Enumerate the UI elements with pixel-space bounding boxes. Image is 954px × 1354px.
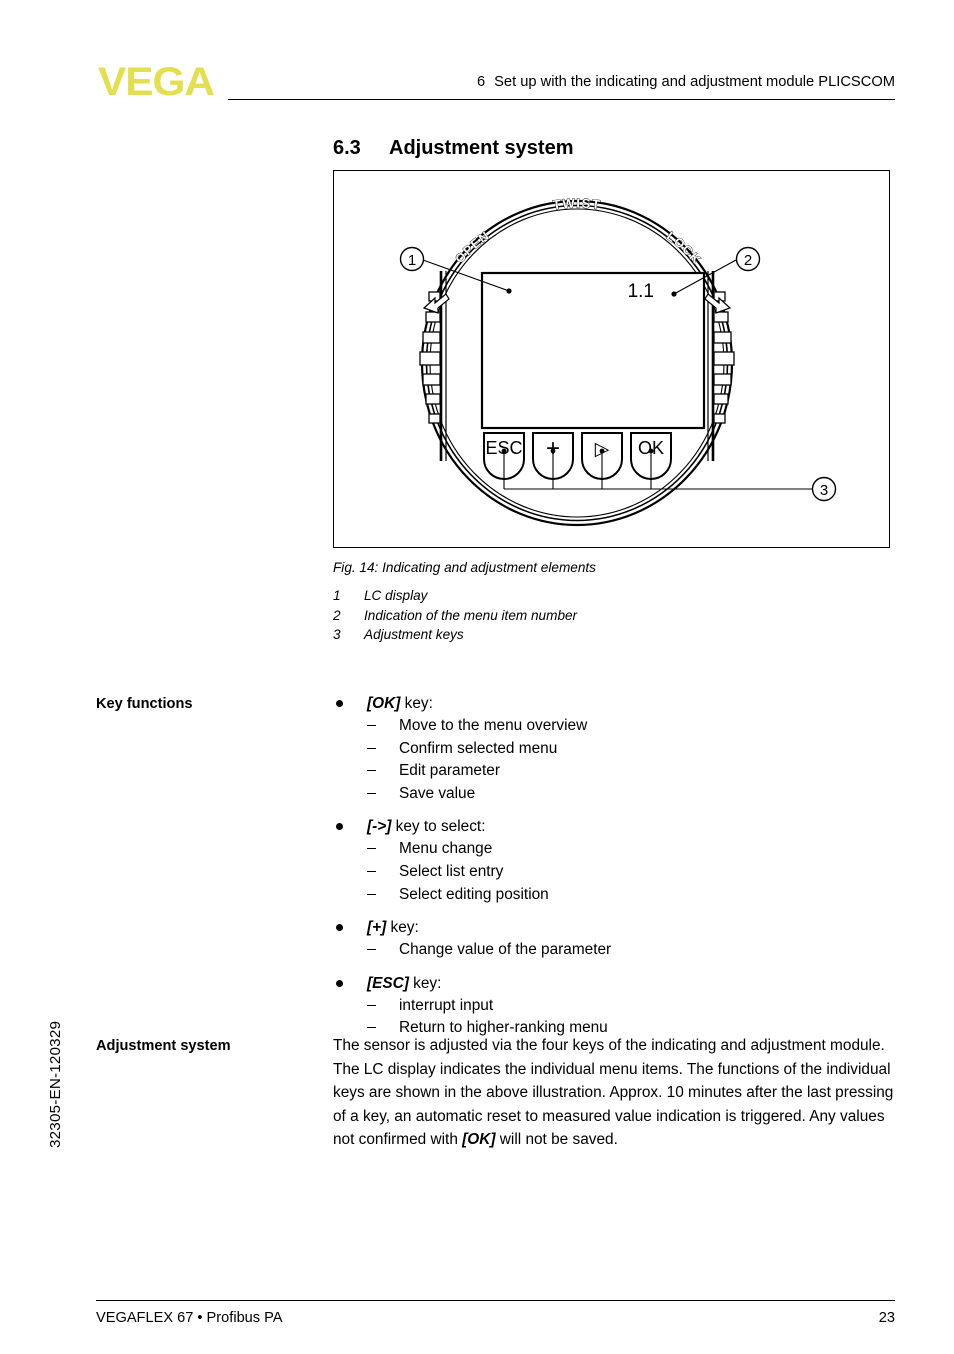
key-suffix: key: (386, 919, 419, 937)
bullet-dot-icon (336, 924, 343, 932)
dash-icon (367, 747, 376, 749)
callout-1: 1 (399, 246, 425, 272)
key-function-group: [+] key: Change value of the parameter (333, 916, 896, 962)
legend-item: 1 LC display (333, 586, 577, 606)
legend-item-text: Indication of the menu item number (364, 607, 578, 623)
bullet-dot-icon (336, 700, 343, 707)
key-function-subitem: Confirm selected menu (333, 738, 896, 761)
dash-icon (367, 893, 376, 895)
callout-3: 3 (811, 476, 837, 502)
list-gap (333, 906, 896, 916)
key-function-subitem-text: Confirm selected menu (399, 739, 558, 757)
adjustment-system-margin-label: Adjustment system (96, 1038, 231, 1054)
key-function-group: [->] key to select: Menu change Select l… (333, 815, 896, 906)
menu-item-number-text: 1.1 (628, 281, 654, 302)
key-function-heading: [->] key to select: (367, 818, 485, 835)
callout-3-label: 3 (820, 482, 828, 499)
key-function-subitem-text: Menu change (399, 840, 493, 858)
key-function-subitem-text: Edit parameter (399, 762, 500, 780)
bullet-dot-icon (336, 823, 343, 831)
key-function-group: [ESC] key: interrupt input Return to hig… (333, 972, 896, 1040)
legend-item-text: Adjustment keys (364, 627, 464, 642)
key-function-heading: [OK] key: (367, 695, 433, 712)
key-function-subitem: Edit parameter (333, 760, 896, 783)
key-function-subitem-text: Move to the menu overview (399, 717, 588, 734)
key-name: [+] (367, 919, 387, 937)
vega-logo: VEGA (98, 60, 215, 104)
header-chapter-text: Set up with the indicating and adjustmen… (494, 74, 895, 90)
key-suffix: key: (408, 974, 442, 992)
key-function-heading: [ESC] key: (367, 975, 441, 992)
key-function-subitem-text: Select list entry (399, 862, 504, 880)
section-number: 6.3 (333, 137, 361, 160)
key-name: [OK] (462, 1131, 496, 1149)
key-function-heading: [+] key: (367, 919, 419, 936)
paragraph-text-part-2: will not be saved. (495, 1131, 618, 1149)
key-function-subitem-text: Save value (399, 784, 476, 802)
key-function-subitem: Select list entry (333, 861, 896, 884)
key-function-group: [OK] key: Move to the menu overview Conf… (333, 692, 896, 805)
footer-divider (96, 1300, 895, 1301)
key-suffix: key to select: (391, 818, 486, 836)
header-divider (228, 99, 895, 100)
key-function-subitem-text: Change value of the parameter (399, 941, 612, 959)
figure-caption: Fig. 14: Indicating and adjustment eleme… (333, 560, 596, 575)
bullet-dot-icon (336, 979, 343, 987)
figure-legend: 1 LC display 2 Indication of the menu it… (333, 586, 577, 645)
key-function-subitem: Change value of the parameter (333, 939, 896, 962)
dash-icon (367, 725, 376, 726)
key-function-subitem: interrupt input (333, 995, 896, 1018)
dash-icon (367, 848, 376, 850)
legend-item-number: 3 (333, 627, 341, 642)
dash-icon (367, 949, 376, 951)
list-gap (333, 962, 896, 972)
key-name: [ESC] (367, 974, 409, 992)
document-code: 32305-EN-120329 (47, 1020, 64, 1148)
list-gap (333, 805, 896, 815)
adjustment-keys-group: ESC + ▷ OK (483, 432, 672, 480)
callout-2: 2 (735, 246, 761, 272)
indicating-adjustment-module-diagram: 1.1 TWIST OPEN LOCK ESC + OK 1 2 3 (399, 195, 837, 527)
key-functions-margin-label: Key functions (96, 696, 193, 712)
section-title: Adjustment system (389, 137, 574, 160)
key-function-bullet: [->] key to select: (333, 815, 896, 838)
key-function-bullet: [OK] key: (333, 692, 896, 715)
legend-item: 3 Adjustment keys (333, 625, 577, 645)
section-heading: 6.3 Adjustment system (333, 137, 574, 160)
dash-icon (367, 1004, 376, 1006)
lc-display (480, 271, 706, 430)
callout-2-label: 2 (744, 252, 752, 269)
legend-item: 2 Indication of the menu item number (333, 606, 577, 626)
adjustment-system-paragraph: The sensor is adjusted via the four keys… (333, 1034, 901, 1152)
key-functions-list: [OK] key: Move to the menu overview Conf… (333, 692, 896, 1040)
dash-icon (367, 770, 376, 772)
key-name: [OK] (367, 695, 401, 712)
open-label: OPEN (452, 228, 492, 266)
key-function-subitem-text: interrupt input (399, 996, 494, 1014)
header-chapter-title: 6 Set up with the indicating and adjustme… (477, 74, 895, 90)
dash-icon (367, 870, 376, 872)
twist-label: TWIST (552, 196, 602, 213)
key-function-subitem: Move to the menu overview (333, 715, 896, 738)
lock-label: LOCK (664, 229, 704, 267)
footer-product-name: VEGAFLEX 67 • Profibus PA (96, 1310, 283, 1326)
legend-item-number: 1 (333, 588, 341, 603)
key-function-bullet: [+] key: (333, 916, 896, 939)
legend-item-number: 2 (333, 607, 341, 623)
dash-icon (367, 1027, 376, 1029)
header-chapter-number: 6 (476, 74, 486, 90)
legend-item-text: LC display (364, 588, 428, 603)
key-function-subitem: Menu change (333, 838, 896, 861)
key-function-subitem: Select editing position (333, 884, 896, 907)
key-function-bullet: [ESC] key: (333, 972, 896, 995)
key-function-subitem-text: Select editing position (399, 885, 549, 903)
callout-1-label: 1 (408, 252, 416, 269)
dash-icon (367, 792, 376, 794)
key-function-subitem: Save value (333, 783, 896, 806)
key-name: [->] (367, 818, 392, 836)
page-header: VEGA 6 Set up with the indicating and adj… (0, 0, 954, 115)
footer-page-number: 23 (878, 1310, 895, 1326)
figure-14-frame: 1.1 TWIST OPEN LOCK ESC + OK 1 2 3 (333, 170, 890, 548)
key-suffix: key: (400, 695, 433, 712)
